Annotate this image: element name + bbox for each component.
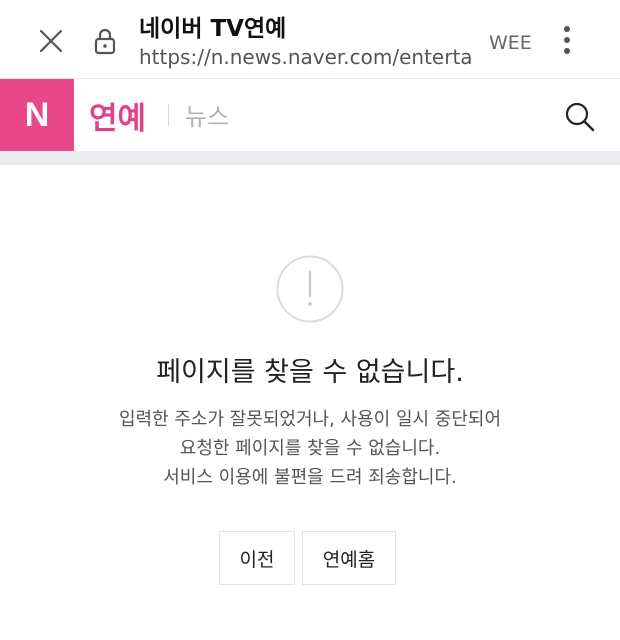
error-message-line: 입력한 주소가 잘못되었거나, 사용이 일시 중단되어 [118,409,502,430]
close-button[interactable] [34,24,68,58]
search-button[interactable] [560,97,600,137]
lock-icon[interactable] [91,24,119,58]
naver-logo[interactable]: N [0,79,74,151]
error-title: 페이지를 찾을 수 없습니다. [156,357,464,388]
url-text[interactable]: https://n.news.naver.com/entertain [139,45,471,69]
close-icon [39,29,63,53]
page-title: 네이버 TV연예 [139,16,287,42]
back-button[interactable]: 이전 [219,531,295,585]
entertainment-home-button[interactable]: 연예홈 [302,531,396,585]
more-menu-button[interactable] [552,22,582,58]
header-separator-band [0,151,620,165]
naver-header: N 연예 뉴스 [0,79,620,151]
header-divider [168,104,169,126]
browser-toolbar: 네이버 TV연예 https://n.news.naver.com/entert… [0,0,620,79]
exclamation-circle-icon [276,255,344,323]
error-message-line: 서비스 이용에 불편을 드려 죄송합니다. [163,467,457,488]
more-vertical-icon [564,26,570,54]
toolbar-overflow-text: WEE [489,32,532,54]
section-title[interactable]: 연예 [89,93,146,138]
search-icon [565,102,595,132]
error-message-line: 요청한 페이지를 찾을 수 없습니다. [179,438,441,459]
sub-section-link[interactable]: 뉴스 [185,97,229,132]
error-message: 입력한 주소가 잘못되었거나, 사용이 일시 중단되어 요청한 페이지를 찾을 … [0,405,620,492]
